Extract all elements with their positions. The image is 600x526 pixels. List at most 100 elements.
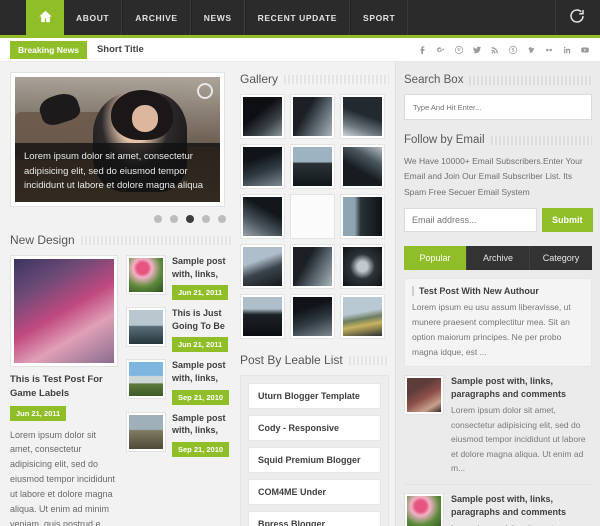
nav-label: ABOUT <box>76 12 110 23</box>
linkedin-icon[interactable] <box>558 39 576 61</box>
featured-slider[interactable]: Lorem ipsum dolor sit amet, consectetur … <box>10 72 225 207</box>
leable-list-heading: Post By Leable List <box>240 353 389 367</box>
featured-post-title: Test Post With New Authour <box>412 285 584 296</box>
gallery-heading: Gallery <box>240 72 389 86</box>
feature-title[interactable]: This is Test Post For Game Labels <box>10 373 118 401</box>
search-box-heading: Search Box <box>404 74 592 86</box>
content-wrapper: Lorem ipsum dolor sit amet, consectetur … <box>0 62 600 526</box>
tab-archive[interactable]: Archive <box>467 245 530 270</box>
gallery-grid <box>240 94 389 339</box>
twitter-icon[interactable] <box>468 39 486 61</box>
pinterest-icon[interactable] <box>450 39 468 61</box>
nav-items: ABOUT ARCHIVE NEWS RECENT UPDATE SPORT <box>64 0 409 35</box>
gallery-item[interactable] <box>290 244 335 289</box>
gallery-item[interactable] <box>240 144 285 189</box>
submit-button[interactable]: Submit <box>542 207 593 232</box>
rss-icon[interactable] <box>486 39 504 61</box>
search-input[interactable] <box>404 94 592 120</box>
gallery-item[interactable] <box>340 144 385 189</box>
popular-post-item[interactable]: Sample post with, links, paragraphs and … <box>404 485 592 526</box>
tab-category[interactable]: Category <box>530 245 592 270</box>
google-plus-icon[interactable] <box>432 39 450 61</box>
list-item[interactable]: Sample post with, links, Sep 21, 2010 <box>126 411 232 457</box>
gallery-item[interactable] <box>290 294 335 339</box>
nav-item-recent-update[interactable]: RECENT UPDATE <box>244 0 351 35</box>
gallery-item-empty[interactable] <box>290 194 335 239</box>
gallery-item[interactable] <box>340 294 385 339</box>
gallery-item[interactable] <box>290 144 335 189</box>
new-design-feature: This is Test Post For Game Labels Jun 21… <box>10 255 118 526</box>
subscribe-form: Submit <box>404 207 593 232</box>
list-item[interactable]: Sample post with, links, Sep 21, 2010 <box>126 359 232 405</box>
section-title: Search Box <box>404 74 464 86</box>
slider-dot-3[interactable] <box>186 215 194 223</box>
list-item-date: Sep 21, 2010 <box>172 441 230 457</box>
leable-list-box: Uturn Blogger Template Cody - Responsive… <box>240 375 389 526</box>
leable-list-item[interactable]: Uturn Blogger Template <box>248 383 381 409</box>
tab-popular[interactable]: Popular <box>404 245 467 270</box>
feature-image <box>14 259 114 363</box>
section-title: Follow by Email <box>404 134 485 146</box>
flickr-icon[interactable] <box>540 39 558 61</box>
gallery-item[interactable] <box>340 94 385 139</box>
gallery-item[interactable] <box>240 94 285 139</box>
slider-pagination <box>10 207 232 223</box>
sidebar: Search Box Follow by Email We Have 10000… <box>395 62 600 526</box>
nav-item-about[interactable]: ABOUT <box>64 0 123 35</box>
heading-rule <box>284 74 389 84</box>
list-item-thumbnail <box>126 255 166 295</box>
leable-list-section: Post By Leable List Uturn Blogger Templa… <box>240 353 389 526</box>
popular-post-title: Sample post with, links, paragraphs and … <box>451 493 567 517</box>
gallery-item[interactable] <box>240 294 285 339</box>
facebook-icon[interactable] <box>414 39 432 61</box>
leable-list-item[interactable]: Bpress Blogger <box>248 511 381 526</box>
slider-dot-4[interactable] <box>202 215 210 223</box>
home-icon <box>38 9 53 27</box>
section-title: New Design <box>10 233 75 247</box>
nav-label: ARCHIVE <box>135 12 178 23</box>
feature-date-badge: Jun 21, 2011 <box>10 405 67 421</box>
popular-post-excerpt: Lorem ipsum dolor sit amet, consectetur … <box>451 521 592 526</box>
slider-dot-2[interactable] <box>170 215 178 223</box>
left-column: Lorem ipsum dolor sit amet, consectetur … <box>0 62 240 526</box>
vimeo-icon[interactable] <box>522 39 540 61</box>
nav-item-archive[interactable]: ARCHIVE <box>122 0 191 35</box>
social-links <box>414 38 594 61</box>
leable-list-item[interactable]: Squid Premium Blogger <box>248 447 381 473</box>
feature-thumbnail[interactable] <box>10 255 118 367</box>
gallery-item[interactable] <box>240 244 285 289</box>
gallery-item[interactable] <box>340 244 385 289</box>
email-input[interactable] <box>404 207 537 232</box>
nav-item-sport[interactable]: SPORT <box>350 0 409 35</box>
featured-post-excerpt: Lorem ipsum eu usu assum liberavisse, ut… <box>412 301 571 357</box>
leable-list-item[interactable]: COM4ME Under <box>248 479 381 505</box>
new-design-heading: New Design <box>10 233 232 247</box>
list-item-thumbnail <box>126 359 166 400</box>
leable-list-item[interactable]: Cody - Responsive <box>248 415 381 441</box>
list-item-date: Jun 21, 2011 <box>172 337 229 353</box>
list-item-thumbnail <box>126 411 166 452</box>
slider-dot-5[interactable] <box>218 215 226 223</box>
nav-item-news[interactable]: NEWS <box>190 0 245 35</box>
refresh-button[interactable] <box>555 0 586 35</box>
heading-rule <box>348 355 389 365</box>
list-item-thumbnail <box>126 307 166 348</box>
featured-sidebar-post[interactable]: Test Post With New Authour Lorem ipsum e… <box>404 277 592 368</box>
list-item-title: Sample post with, links, <box>172 412 226 436</box>
skype-icon[interactable] <box>504 39 522 61</box>
slider-logo-icon <box>197 83 213 99</box>
slider-dot-1[interactable] <box>154 215 162 223</box>
popular-post-item[interactable]: Sample post with, links, paragraphs and … <box>404 367 592 485</box>
breaking-news-title[interactable]: Short Title <box>97 44 144 55</box>
list-item-title: Sample post with, links, <box>172 256 226 279</box>
breaking-news-bar: Breaking News Short Title <box>0 38 600 62</box>
youtube-icon[interactable] <box>576 39 594 61</box>
list-item[interactable]: Sample post with, links, Jun 21, 2011 <box>126 255 232 301</box>
gallery-item[interactable] <box>240 194 285 239</box>
list-item[interactable]: This is Just Going To Be Jun 21, 2011 <box>126 307 232 353</box>
heading-rule <box>469 75 592 85</box>
gallery-item[interactable] <box>340 194 385 239</box>
new-design-body: This is Test Post For Game Labels Jun 21… <box>10 255 232 526</box>
gallery-item[interactable] <box>290 94 335 139</box>
home-button[interactable] <box>26 0 64 35</box>
